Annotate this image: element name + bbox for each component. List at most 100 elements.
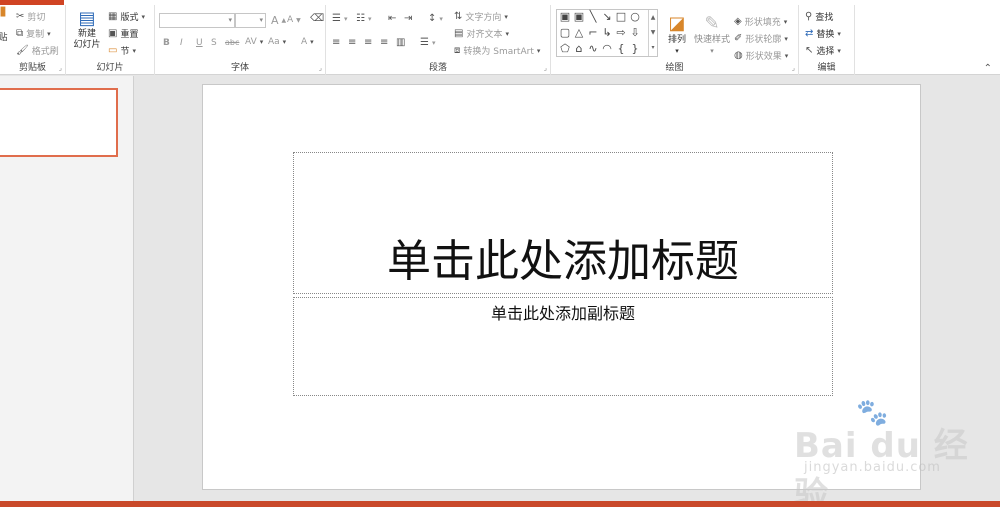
select-button[interactable]: ↖ 选择 ▾ bbox=[805, 44, 841, 57]
reset-button[interactable]: ▣ 重置 bbox=[108, 27, 138, 40]
shrink-font-button[interactable]: A ▼ bbox=[287, 15, 301, 25]
align-left-button[interactable]: ≡ bbox=[332, 38, 340, 48]
chevron-down-icon: ▾ bbox=[259, 38, 264, 46]
elbow-connector-shape-icon[interactable]: ⌐ bbox=[586, 27, 600, 39]
chevron-down-icon: ▾ bbox=[47, 29, 51, 38]
chevron-down-icon: ▾ bbox=[675, 47, 679, 55]
subtitle-placeholder[interactable]: 单击此处添加副标题 bbox=[293, 297, 833, 396]
justify-icon: ≡ bbox=[380, 37, 389, 48]
section-button[interactable]: ▭ 节 ▾ bbox=[108, 44, 136, 57]
pencil-icon: ✐ bbox=[734, 32, 743, 44]
change-case-button[interactable]: Aa ▾ bbox=[268, 37, 286, 47]
cut-button[interactable]: ✂ 剪切 bbox=[16, 10, 45, 23]
font-name-select[interactable]: ▾ bbox=[159, 13, 235, 28]
italic-button[interactable]: I bbox=[180, 38, 183, 48]
shapes-gallery[interactable]: ▣ ▣ ╲ ↘ □ ○ ▢ △ ⌐ ↳ ⇨ ⇩ ⬠ ⌂ ∿ ◠ { } ▲ ▼ ▾ bbox=[556, 9, 658, 57]
text-box-shape-icon[interactable]: ▣ bbox=[558, 11, 572, 23]
copy-button[interactable]: ⧉ 复制 ▾ bbox=[16, 27, 51, 40]
paste-button[interactable]: ▮ 贴 bbox=[0, 4, 10, 44]
line-shape-icon[interactable]: ╲ bbox=[586, 11, 600, 23]
shape-fill-button[interactable]: ◈ 形状填充 ▾ bbox=[734, 15, 787, 28]
chevron-down-icon: ▾ bbox=[310, 38, 314, 46]
elbow-arrow-shape-icon[interactable]: ↳ bbox=[600, 27, 614, 39]
quick-styles-icon: ✎ bbox=[704, 13, 720, 34]
shapes-scroll[interactable]: ▲ ▼ ▾ bbox=[648, 10, 657, 56]
columns-icon: ☰ bbox=[420, 37, 429, 48]
triangle-shape-icon[interactable]: △ bbox=[572, 27, 586, 39]
bullets-icon: ☰ bbox=[332, 13, 341, 24]
slide-thumbnail-pane[interactable] bbox=[0, 76, 134, 501]
find-button[interactable]: ⚲ 查找 bbox=[805, 10, 833, 23]
bullets-button[interactable]: ☰ ▾ bbox=[332, 14, 347, 24]
effects-icon: ◍ bbox=[734, 49, 743, 61]
shadow-button[interactable]: S bbox=[211, 38, 217, 48]
character-spacing-button[interactable]: AV ▾ bbox=[245, 37, 263, 47]
align-text-button[interactable]: ▤ 对齐文本 ▾ bbox=[454, 27, 509, 40]
format-painter-button[interactable]: 🖌 格式刷 bbox=[16, 44, 59, 57]
line-spacing-icon: ↕ bbox=[428, 13, 437, 24]
columns-button[interactable]: ☰ ▾ bbox=[420, 38, 435, 48]
right-arrow-shape-icon[interactable]: ⇨ bbox=[614, 27, 628, 39]
status-bar bbox=[0, 501, 1000, 507]
increase-indent-button[interactable]: ⇥ bbox=[404, 14, 412, 24]
dialog-launcher-icon[interactable]: ⌟ bbox=[59, 64, 62, 72]
shape-outline-button[interactable]: ✐ 形状轮廓 ▾ bbox=[734, 32, 788, 45]
bold-button[interactable]: B bbox=[163, 38, 170, 48]
text-direction-button[interactable]: ⇅ 文字方向 ▾ bbox=[454, 10, 508, 23]
paste-icon: ▮ bbox=[0, 4, 7, 19]
chevron-down-icon: ▾ bbox=[536, 46, 541, 55]
dialog-launcher-icon[interactable]: ⌟ bbox=[319, 64, 322, 72]
rectangle-shape-icon[interactable]: □ bbox=[614, 11, 628, 23]
shape-effects-button[interactable]: ◍ 形状效果 ▾ bbox=[734, 49, 788, 62]
convert-smartart-button[interactable]: ⧈ 转换为 SmartArt ▾ bbox=[454, 44, 540, 57]
align-center-button[interactable]: ≡ bbox=[348, 38, 356, 48]
underline-button[interactable]: U bbox=[196, 38, 203, 48]
watermark-url: jingyan.baidu.com bbox=[804, 460, 941, 475]
left-brace-shape-icon[interactable]: { bbox=[614, 43, 628, 55]
font-size-select[interactable]: ▾ bbox=[235, 13, 266, 28]
new-slide-button[interactable]: ▤ 新建 幻灯片 bbox=[69, 9, 105, 51]
group-paragraph: ☰ ▾ ☷ ▾ ⇤ ⇥ ↕ ▾ ⇅ 文字方向 ▾ ▤ 对齐文本 ▾ ⧈ 转换为 Sma… bbox=[326, 5, 551, 75]
align-right-button[interactable]: ≡ bbox=[364, 38, 372, 48]
chevron-down-icon: ▾ bbox=[505, 29, 509, 38]
oval-shape-icon[interactable]: ○ bbox=[628, 11, 642, 23]
quick-styles-button[interactable]: ✎ 快速样式 ▾ bbox=[692, 13, 732, 57]
numbering-button[interactable]: ☷ ▾ bbox=[356, 14, 371, 24]
grow-font-button[interactable]: A ▲ bbox=[271, 14, 286, 27]
dialog-launcher-icon[interactable]: ⌟ bbox=[544, 64, 547, 72]
replace-button[interactable]: ⇄ 替换 ▾ bbox=[805, 27, 841, 40]
dialog-launcher-icon[interactable]: ⌟ bbox=[792, 64, 795, 72]
layout-button[interactable]: ▦ 版式 ▾ bbox=[108, 10, 145, 23]
arc-shape-icon[interactable]: ◠ bbox=[600, 43, 614, 55]
collapse-ribbon-icon[interactable]: ⌃ bbox=[984, 63, 992, 74]
eraser-icon: ⌫ bbox=[310, 13, 325, 24]
layout-icon: ▦ bbox=[108, 10, 118, 22]
arrange-icon: ◪ bbox=[668, 13, 686, 34]
group-label-font: 字体 bbox=[230, 63, 249, 73]
new-slide-icon: ▤ bbox=[78, 8, 96, 29]
group-label-clipboard: 剪贴板 bbox=[18, 63, 46, 73]
line-spacing-button[interactable]: ↕ ▾ bbox=[428, 14, 443, 24]
chevron-down-icon: ▾ bbox=[837, 29, 841, 38]
arrow-line-shape-icon[interactable]: ↘ bbox=[600, 11, 614, 23]
clear-formatting-button[interactable]: ⌫ bbox=[310, 14, 324, 24]
curve-shape-icon[interactable]: ∿ bbox=[586, 43, 600, 55]
vertical-text-box-shape-icon[interactable]: ▣ bbox=[572, 11, 586, 23]
freeform-shape-icon[interactable]: ⬠ bbox=[558, 43, 572, 55]
down-arrow-shape-icon[interactable]: ⇩ bbox=[628, 27, 642, 39]
chevron-down-icon: ▾ bbox=[783, 17, 788, 26]
right-brace-shape-icon[interactable]: } bbox=[628, 43, 642, 55]
slide-thumbnail[interactable] bbox=[0, 88, 118, 157]
distributed-icon: ▥ bbox=[396, 37, 406, 48]
chevron-down-icon: ▾ bbox=[259, 16, 263, 24]
justify-button[interactable]: ≡ bbox=[380, 38, 388, 48]
chevron-down-icon: ▾ bbox=[784, 34, 788, 43]
arrange-button[interactable]: ◪ 排列 ▾ bbox=[664, 13, 690, 57]
title-placeholder[interactable]: 单击此处添加标题 bbox=[293, 152, 833, 294]
rounded-rectangle-shape-icon[interactable]: ▢ bbox=[558, 27, 572, 39]
distributed-button[interactable]: ▥ bbox=[396, 38, 405, 48]
decrease-indent-button[interactable]: ⇤ bbox=[388, 14, 396, 24]
pentagon-shape-icon[interactable]: ⌂ bbox=[572, 43, 586, 55]
font-color-button[interactable]: A ▾ bbox=[301, 37, 314, 47]
strikethrough-button[interactable]: abc bbox=[225, 38, 239, 47]
